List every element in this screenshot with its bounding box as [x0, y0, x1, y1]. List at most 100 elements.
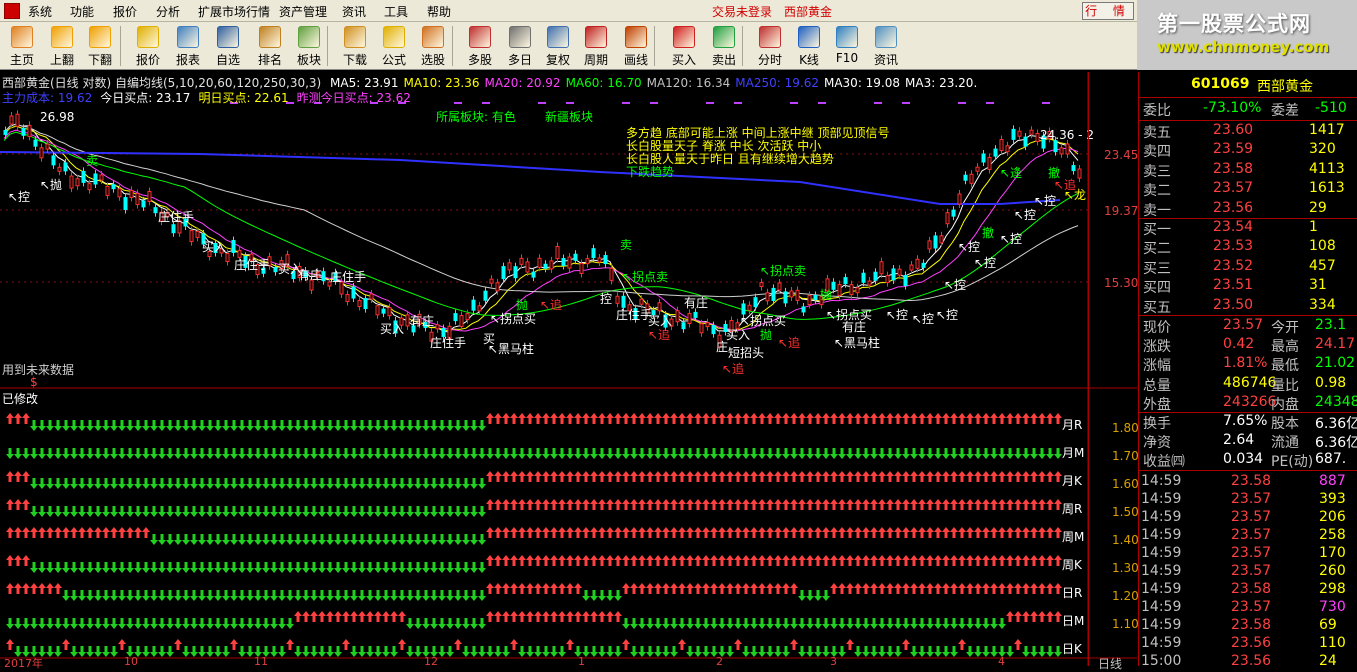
kline-chart-canvas[interactable] — [0, 72, 1137, 666]
menu-8[interactable]: 帮助 — [427, 3, 451, 20]
menu-2[interactable]: 报价 — [113, 3, 137, 20]
indicator-tick: 1.10 — [1112, 617, 1139, 631]
up-arrow — [70, 527, 78, 538]
tick-row[interactable]: 14:59 23.58 298 — [1139, 581, 1357, 600]
signal-dash — [986, 102, 994, 104]
down-arrow — [398, 534, 406, 545]
up-arrow — [342, 611, 350, 622]
down-arrow — [294, 590, 302, 601]
toolbar-button-period[interactable]: 周期 — [576, 24, 616, 68]
toolbar-button-quote[interactable]: 报价 — [128, 24, 168, 68]
down-arrow — [686, 618, 694, 629]
toolbar-button-sector[interactable]: 板块 — [289, 24, 329, 68]
tick-row[interactable]: 14:59 23.58 69 — [1139, 617, 1357, 636]
candle-body — [567, 256, 572, 269]
tick-row[interactable]: 14:59 23.57 258 — [1139, 527, 1357, 546]
menu-1[interactable]: 功能 — [70, 3, 94, 20]
down-arrow — [358, 534, 366, 545]
up-arrow — [894, 583, 902, 594]
toolbar-button-down-arrow[interactable]: 下翻 — [80, 24, 120, 68]
down-arrow — [142, 646, 150, 657]
download-icon — [344, 26, 366, 48]
toolbar-button-f10[interactable]: F10 — [827, 24, 867, 68]
up-arrow — [734, 639, 742, 650]
toolbar-button-kline[interactable]: K线 — [789, 24, 829, 68]
toolbar-button-buy[interactable]: 买入 — [664, 24, 704, 68]
toolbar-button-home[interactable]: 主页 — [2, 24, 42, 68]
up-arrow — [814, 555, 822, 566]
tick-row[interactable]: 14:59 23.57 730 — [1139, 599, 1357, 618]
toolbar-button-report[interactable]: 报表 — [168, 24, 208, 68]
tick-row[interactable]: 14:59 23.56 110 — [1139, 635, 1357, 654]
candle-body — [561, 257, 566, 266]
app-icon[interactable] — [4, 3, 20, 19]
down-arrow — [878, 646, 886, 657]
up-arrow — [758, 555, 766, 566]
toolbar-button-intraday[interactable]: 分时 — [750, 24, 790, 68]
down-arrow — [222, 506, 230, 517]
signal-label: ↖控 — [974, 256, 997, 270]
up-arrow — [22, 471, 30, 482]
down-arrow — [270, 448, 278, 459]
up-arrow — [534, 527, 542, 538]
down-arrow — [470, 448, 478, 459]
signal-label: ↖黑马柱 — [834, 336, 881, 350]
down-arrow — [222, 618, 230, 629]
tick-row[interactable]: 14:59 23.57 393 — [1139, 491, 1357, 510]
up-arrow — [934, 499, 942, 510]
toolbar-button-sell[interactable]: 卖出 — [704, 24, 744, 68]
quote-toggle-button[interactable]: 行 情 — [1082, 2, 1134, 20]
toolbar-button-stock-picker[interactable]: 选股 — [413, 24, 453, 68]
toolbar-button-multi-stock[interactable]: 多股 — [460, 24, 500, 68]
trade-status[interactable]: 交易未登录 — [712, 3, 772, 20]
toolbar-button-multi-day[interactable]: 多日 — [500, 24, 540, 68]
tick-time: 14:59 — [1141, 617, 1182, 633]
candle-body — [699, 323, 704, 334]
up-arrow — [454, 639, 462, 650]
up-arrow — [566, 583, 574, 594]
up-arrow — [702, 499, 710, 510]
toolbar-button-news[interactable]: 资讯 — [866, 24, 906, 68]
toolbar-button-restore[interactable]: 复权 — [538, 24, 578, 68]
down-arrow — [422, 618, 430, 629]
toolbar-button-formula[interactable]: 公式 — [374, 24, 414, 68]
menu-7[interactable]: 工具 — [384, 3, 408, 20]
tick-row[interactable]: 14:59 23.57 206 — [1139, 509, 1357, 528]
tick-row[interactable]: 14:59 23.57 170 — [1139, 545, 1357, 564]
toolbar-button-draw-line[interactable]: 画线 — [616, 24, 656, 68]
down-arrow — [350, 646, 358, 657]
candle-body — [849, 284, 854, 296]
toolbar-button-rank[interactable]: 排名 — [250, 24, 290, 68]
down-arrow — [62, 618, 70, 629]
down-arrow — [454, 534, 462, 545]
down-arrow — [310, 478, 318, 489]
tick-row[interactable]: 14:59 23.57 260 — [1139, 563, 1357, 582]
down-arrow — [134, 562, 142, 573]
down-arrow — [430, 478, 438, 489]
down-arrow — [550, 448, 558, 459]
candle-body — [21, 127, 26, 136]
toolbar-button-up-arrow[interactable]: 上翻 — [42, 24, 82, 68]
down-arrow — [734, 618, 742, 629]
menu-6[interactable]: 资讯 — [342, 3, 366, 20]
up-arrow — [550, 527, 558, 538]
tick-row[interactable]: 14:59 23.58 887 — [1139, 473, 1357, 492]
up-arrow — [694, 413, 702, 424]
menu-4[interactable]: 扩展市场行情 — [198, 3, 270, 20]
tick-row[interactable]: 15:00 23.56 24 — [1139, 653, 1357, 672]
toolbar-button-download[interactable]: 下载 — [335, 24, 375, 68]
down-arrow — [302, 448, 310, 459]
menu-5[interactable]: 资产管理 — [279, 3, 327, 20]
menu-3[interactable]: 分析 — [156, 3, 180, 20]
down-arrow — [326, 534, 334, 545]
candle-body — [369, 293, 374, 300]
down-arrow — [182, 420, 190, 431]
favorite-icon — [217, 26, 239, 48]
up-arrow — [622, 555, 630, 566]
menu-0[interactable]: 系统 — [28, 3, 52, 20]
up-arrow — [710, 413, 718, 424]
kline-chart-area[interactable] — [0, 72, 1137, 666]
down-arrow — [126, 590, 134, 601]
up-arrow — [718, 499, 726, 510]
toolbar-button-favorite[interactable]: 自选 — [208, 24, 248, 68]
